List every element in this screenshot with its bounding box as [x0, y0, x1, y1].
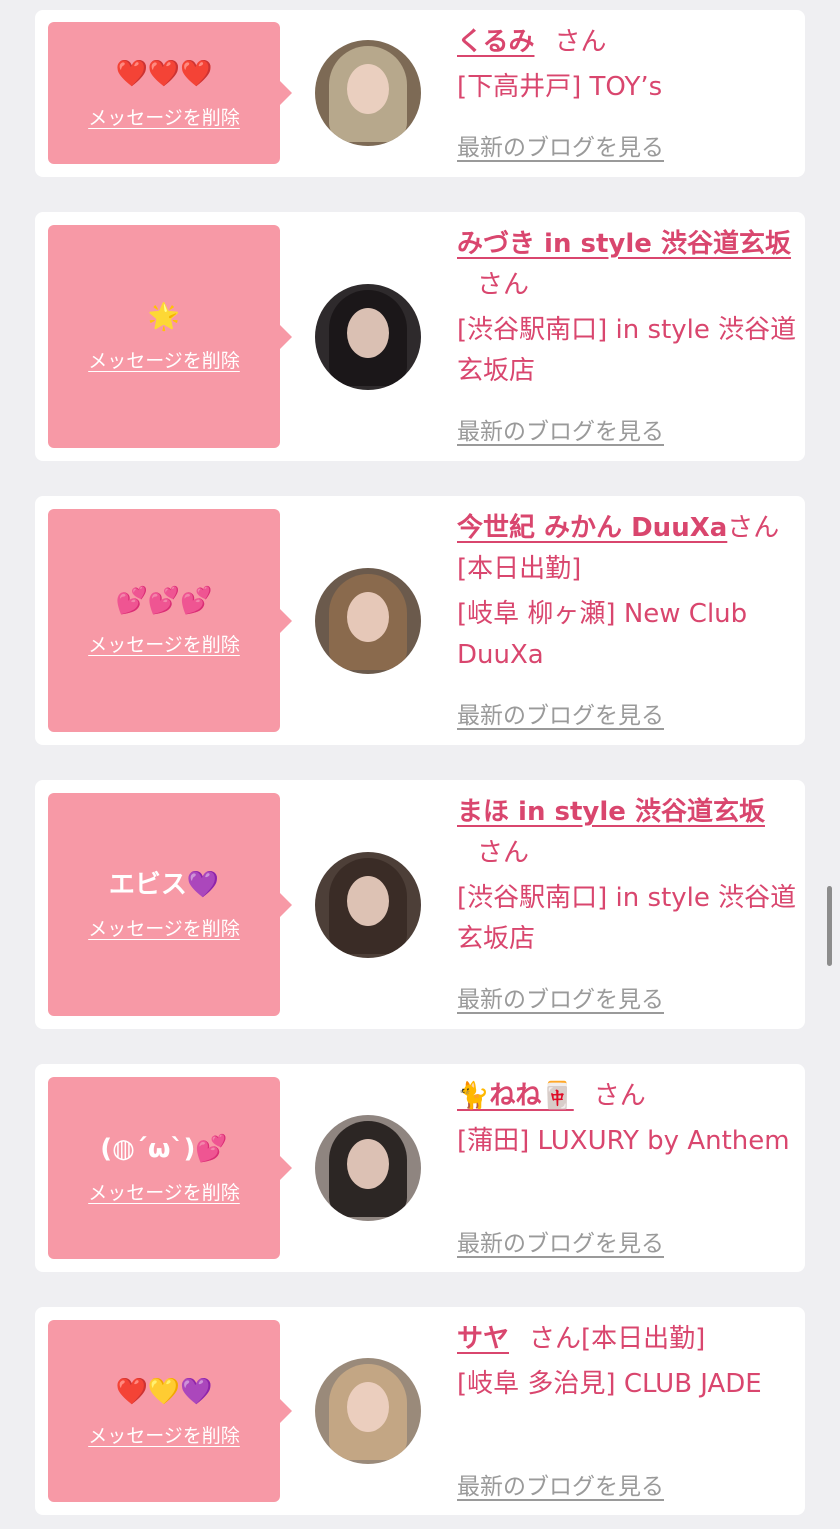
- attendance-badge: [本日出勤]: [581, 1324, 706, 1354]
- name-line: サヤ さん[本日出勤]: [457, 1319, 797, 1360]
- cast-name-link[interactable]: みづき in style 渋谷道玄坂: [457, 229, 791, 259]
- delete-message-link[interactable]: メッセージを削除: [88, 1421, 240, 1448]
- message-text: (◍´ω`)💕: [100, 1133, 228, 1164]
- delete-message-link[interactable]: メッセージを削除: [88, 103, 240, 130]
- honorific: さん: [477, 270, 530, 300]
- delete-message-link[interactable]: メッセージを削除: [88, 630, 240, 657]
- message-text: 💕💕💕: [115, 586, 213, 616]
- message-text: ❤️❤️❤️: [115, 58, 213, 89]
- cast-info: 🐈ねね🀄 さん [蒲田] LUXURY by Anthem: [457, 1076, 797, 1162]
- shop-name: [岐阜 柳ヶ瀬] New Club DuuXa: [457, 599, 748, 670]
- latest-blog-link[interactable]: 最新のブログを見る: [457, 412, 664, 446]
- shop-name: [渋谷駅南口] in style 渋谷道玄坂店: [457, 883, 797, 954]
- avatar[interactable]: [315, 1115, 421, 1221]
- message-bubble: 🌟 メッセージを削除: [48, 225, 292, 448]
- shop-name: [渋谷駅南口] in style 渋谷道玄坂店: [457, 315, 797, 386]
- cast-name-link[interactable]: 🐈ねね🀄: [457, 1081, 574, 1111]
- favorite-cast-list: ❤️❤️❤️ メッセージを削除 くるみ さん [下高井戸] TOY’s 最新のブロ…: [0, 0, 840, 1529]
- shop-name: [下高井戸] TOY’s: [457, 72, 663, 102]
- delete-message-link[interactable]: メッセージを削除: [88, 346, 240, 373]
- cast-info: サヤ さん[本日出勤] [岐阜 多治見] CLUB JADE: [457, 1319, 797, 1405]
- message-text: ❤️💛💜: [115, 1376, 213, 1407]
- message-bubble: エビス💜 メッセージを削除: [48, 793, 292, 1016]
- cast-info: 今世紀 みかん DuuXaさん [本日出勤] [岐阜 柳ヶ瀬] New Club …: [457, 508, 797, 676]
- cast-card: エビス💜 メッセージを削除 まほ in style 渋谷道玄坂さん [渋谷駅南口…: [35, 780, 805, 1029]
- avatar[interactable]: [315, 40, 421, 146]
- cast-card: ❤️💛💜 メッセージを削除 サヤ さん[本日出勤] [岐阜 多治見] CLUB J…: [35, 1307, 805, 1515]
- avatar[interactable]: [315, 852, 421, 958]
- avatar[interactable]: [315, 1358, 421, 1464]
- shop-name: [岐阜 多治見] CLUB JADE: [457, 1369, 762, 1399]
- name-line: まほ in style 渋谷道玄坂さん: [457, 792, 797, 874]
- message-bubble: 💕💕💕 メッセージを削除: [48, 509, 292, 732]
- cast-name-link[interactable]: 今世紀 みかん DuuXa: [457, 513, 727, 543]
- cast-card: (◍´ω`)💕 メッセージを削除 🐈ねね🀄 さん [蒲田] LUXURY by A…: [35, 1064, 805, 1272]
- cast-info: みづき in style 渋谷道玄坂さん [渋谷駅南口] in style 渋谷…: [457, 224, 797, 392]
- name-line: くるみ さん: [457, 22, 797, 63]
- attendance-badge: [本日出勤]: [457, 554, 582, 584]
- delete-message-link[interactable]: メッセージを削除: [88, 914, 240, 941]
- name-line: 今世紀 みかん DuuXaさん [本日出勤]: [457, 508, 797, 590]
- message-bubble: (◍´ω`)💕 メッセージを削除: [48, 1077, 292, 1259]
- latest-blog-link[interactable]: 最新のブログを見る: [457, 980, 664, 1014]
- name-line: みづき in style 渋谷道玄坂さん: [457, 224, 797, 306]
- delete-message-link[interactable]: メッセージを削除: [88, 1178, 240, 1205]
- cast-card: 💕💕💕 メッセージを削除 今世紀 みかん DuuXaさん [本日出勤] [岐阜 柳…: [35, 496, 805, 745]
- latest-blog-link[interactable]: 最新のブログを見る: [457, 1467, 664, 1501]
- scrollbar[interactable]: [827, 886, 832, 966]
- cast-name-link[interactable]: まほ in style 渋谷道玄坂: [457, 797, 765, 827]
- name-line: 🐈ねね🀄 さん: [457, 1076, 797, 1117]
- cast-name-link[interactable]: くるみ: [457, 27, 534, 57]
- latest-blog-link[interactable]: 最新のブログを見る: [457, 1224, 664, 1258]
- message-bubble: ❤️❤️❤️ メッセージを削除: [48, 22, 292, 164]
- avatar[interactable]: [315, 284, 421, 390]
- cast-name-link[interactable]: サヤ: [457, 1324, 509, 1354]
- honorific: さん: [477, 838, 530, 868]
- honorific: さん: [554, 27, 607, 57]
- cast-card: ❤️❤️❤️ メッセージを削除 くるみ さん [下高井戸] TOY’s 最新のブロ…: [35, 10, 805, 177]
- honorific: さん: [727, 513, 780, 543]
- cast-info: まほ in style 渋谷道玄坂さん [渋谷駅南口] in style 渋谷道…: [457, 792, 797, 960]
- latest-blog-link[interactable]: 最新のブログを見る: [457, 696, 664, 730]
- message-text: 🌟: [147, 302, 181, 332]
- avatar[interactable]: [315, 568, 421, 674]
- message-text: エビス💜: [108, 870, 220, 900]
- message-bubble: ❤️💛💜 メッセージを削除: [48, 1320, 292, 1502]
- honorific: さん: [593, 1081, 646, 1111]
- shop-name: [蒲田] LUXURY by Anthem: [457, 1126, 790, 1156]
- honorific: さん: [529, 1324, 582, 1354]
- latest-blog-link[interactable]: 最新のブログを見る: [457, 128, 664, 162]
- cast-card: 🌟 メッセージを削除 みづき in style 渋谷道玄坂さん [渋谷駅南口] …: [35, 212, 805, 461]
- cast-info: くるみ さん [下高井戸] TOY’s: [457, 22, 797, 108]
